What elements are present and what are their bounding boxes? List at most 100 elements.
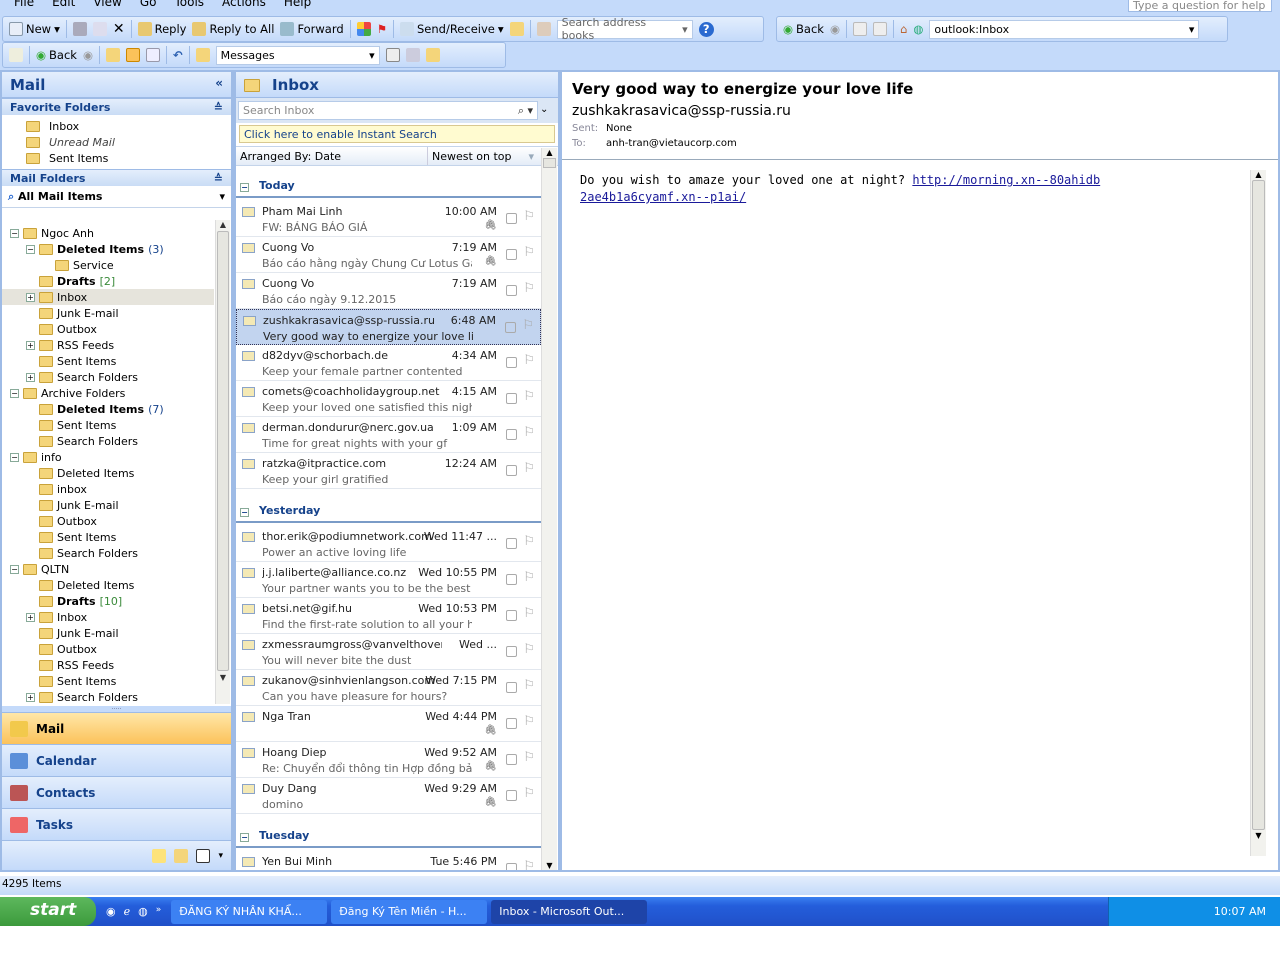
forward-button[interactable]: Forward (280, 22, 344, 36)
category-checkbox[interactable] (506, 249, 517, 260)
expand-icon[interactable]: + (26, 292, 35, 302)
organize-icon[interactable] (405, 48, 420, 62)
folder-icon[interactable] (509, 22, 524, 36)
category-checkbox[interactable] (506, 429, 517, 440)
menu-help[interactable]: Help (284, 0, 311, 14)
folder-tree-item[interactable]: Search Folders (2, 545, 214, 561)
help-search-input[interactable]: Type a question for help (1128, 0, 1272, 12)
menu-tools[interactable]: Tools (174, 0, 204, 14)
flag-icon[interactable]: ⚐ (523, 606, 535, 621)
flag-icon[interactable]: ⚐ (522, 318, 534, 333)
message-row[interactable]: Cuong Vo 7:19 AM Báo cáo hằng ngày Chung C… (236, 237, 541, 273)
rules-icon[interactable] (195, 48, 210, 62)
expand-query-icon[interactable]: ⌄ (540, 101, 548, 120)
configure-buttons-icon[interactable]: ▾ (218, 851, 223, 861)
category-checkbox[interactable] (506, 790, 517, 801)
message-row[interactable]: betsi.net@gif.hu Wed 10:53 PM Find the fir… (236, 598, 541, 634)
folder-tree-item[interactable]: Junk E-mail (2, 625, 214, 641)
message-row[interactable]: ratzka@itpractice.com 12:24 AM Keep your g… (236, 453, 541, 489)
start-button[interactable]: start (0, 897, 96, 926)
category-checkbox[interactable] (506, 646, 517, 657)
category-checkbox[interactable] (506, 285, 517, 296)
mail-folders-header[interactable]: Mail Folders ≙ (2, 169, 231, 186)
folder-tree-item[interactable]: inbox (2, 481, 214, 497)
flag-icon[interactable]: ⚐ (523, 859, 535, 870)
folder-tree-item[interactable]: Search Folders (2, 433, 214, 449)
favorite-folder[interactable]: Sent Items (2, 150, 231, 166)
folder-tree-item[interactable]: Sent Items (2, 673, 214, 689)
nav-button-tasks[interactable]: Tasks (2, 808, 231, 840)
category-checkbox[interactable] (506, 538, 517, 549)
notes-icon[interactable] (152, 848, 167, 863)
flag-icon[interactable]: ⚐ (523, 209, 535, 224)
back-button[interactable]: ◉ Back (36, 48, 77, 62)
folder-tree-item[interactable]: Service (2, 257, 214, 273)
search-inbox-input[interactable]: Search Inbox ⌕ ▾ (238, 101, 538, 120)
folder-tree-item[interactable]: RSS Feeds (2, 657, 214, 673)
message-row[interactable]: zxmessraumgross@vanvelthoven.com Wed ... Y… (236, 634, 541, 670)
message-row[interactable]: comets@coachholidaygroup.net 4:15 AM Keep … (236, 381, 541, 417)
folder-tree-item[interactable]: Junk E-mail (2, 497, 214, 513)
favorite-folders-header[interactable]: Favorite Folders ≙ (2, 98, 231, 115)
category-checkbox[interactable] (506, 682, 517, 693)
folder-tree-item[interactable]: − Deleted Items (3) (2, 241, 214, 257)
message-row[interactable]: Yen Bui Minh Tue 5:46 PM ⚐ (236, 851, 541, 870)
folder-tree-item[interactable]: + Search Folders (2, 369, 214, 385)
message-row[interactable]: Cuong Vo 7:19 AM Báo cáo ngày 9.12.2015 ⚐ (236, 273, 541, 309)
flag-icon[interactable]: ⚐ (523, 714, 535, 729)
folder-list-icon[interactable] (174, 848, 189, 863)
folder-tree-item[interactable]: Sent Items (2, 353, 214, 369)
help-icon[interactable]: ? (698, 21, 714, 37)
collapse-icon[interactable]: − (26, 244, 35, 254)
arranged-by-header[interactable]: Arranged By: Date (236, 147, 428, 165)
flag-icon[interactable]: ⚐ (523, 534, 535, 549)
home-icon[interactable]: ⌂ (900, 22, 907, 36)
search-address-books-input[interactable]: Search address books ▾ (556, 16, 693, 42)
taskbar-task[interactable]: Inbox - Microsoft Out... (491, 899, 648, 924)
folder-tree-item[interactable]: Deleted Items (2, 577, 214, 593)
collapse-nav-icon[interactable]: « (215, 76, 223, 93)
message-row[interactable]: thor.erik@podiumnetwork.com Wed 11:47 ...… (236, 526, 541, 562)
reading-pane-icon[interactable] (126, 48, 141, 62)
categorize-icon[interactable] (356, 22, 371, 36)
folder-tree-item[interactable]: + Search Folders (2, 689, 214, 705)
folder-tree-item[interactable]: Outbox (2, 641, 214, 657)
favorite-folder[interactable]: Inbox (2, 118, 231, 134)
up-folder-icon[interactable] (106, 48, 121, 62)
chrome-icon[interactable]: ◍ (138, 905, 148, 918)
collapse-group-icon[interactable]: − (240, 183, 249, 192)
collapse-group-icon[interactable]: − (240, 833, 249, 842)
delete-icon[interactable]: ✕ (113, 21, 125, 37)
address-input[interactable]: outlook:Inbox ▾ (929, 19, 1200, 39)
expand-icon[interactable]: + (26, 612, 35, 622)
folder-tree-item[interactable]: Drafts [2] (2, 273, 214, 289)
enable-instant-search-bar[interactable]: Click here to enable Instant Search (239, 125, 555, 143)
message-row[interactable]: j.j.laliberte@alliance.co.nz Wed 10:55 PM… (236, 562, 541, 598)
folder-tree-scrollbar[interactable]: ▲ ▼ (215, 220, 230, 704)
flag-icon[interactable]: ⚑ (377, 22, 387, 36)
collapse-icon[interactable]: ≙ (214, 101, 223, 114)
category-checkbox[interactable] (506, 213, 517, 224)
move-icon[interactable] (92, 22, 107, 36)
category-checkbox[interactable] (506, 754, 517, 765)
reply-button[interactable]: Reply (137, 22, 186, 36)
print-icon[interactable] (72, 22, 87, 36)
message-row[interactable]: d82dyv@schorbach.de 4:34 AM Keep your fema… (236, 345, 541, 381)
message-row[interactable]: zushkakrasavica@ssp-russia.ru 6:48 AM Very… (236, 309, 541, 345)
folder-tree-item[interactable]: Outbox (2, 513, 214, 529)
collapse-icon[interactable]: ≙ (214, 172, 223, 185)
media-player-icon[interactable]: ◉ (106, 905, 116, 918)
address-book-icon[interactable] (536, 22, 551, 36)
flag-icon[interactable]: ⚐ (523, 389, 535, 404)
view-list-icon[interactable] (385, 48, 400, 62)
folder-tree-item[interactable]: Drafts [10] (2, 593, 214, 609)
collapse-group-icon[interactable]: − (240, 508, 249, 517)
message-row[interactable]: Hoang Diep Wed 9:52 AM Re: Chuyển đổi thôn… (236, 742, 541, 778)
web-search-icon[interactable]: ◍ (913, 22, 923, 36)
category-checkbox[interactable] (505, 322, 516, 333)
category-checkbox[interactable] (506, 393, 517, 404)
outlook-today-icon[interactable] (9, 48, 23, 62)
flag-icon[interactable]: ⚐ (523, 461, 535, 476)
refresh-icon[interactable] (873, 22, 888, 36)
folder-tree-item[interactable]: Outbox (2, 321, 214, 337)
